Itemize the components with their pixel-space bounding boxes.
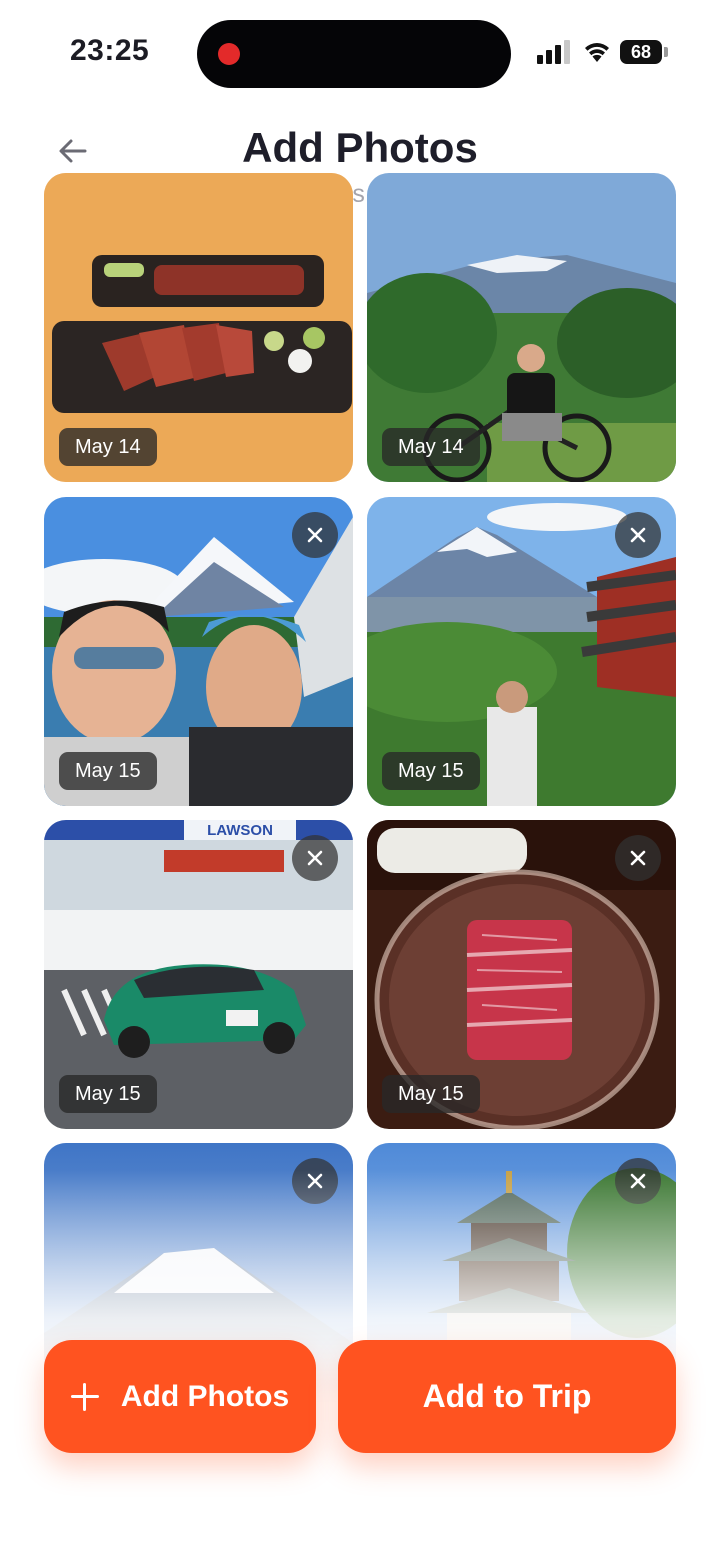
photo-date-badge: May 15 <box>382 752 480 790</box>
photo-date-badge: May 15 <box>382 1075 480 1113</box>
photo-tile[interactable]: May 15 <box>367 497 676 806</box>
close-icon <box>630 850 646 866</box>
photo-tile[interactable]: LAWSON May 15 <box>44 820 353 1129</box>
photo-tile[interactable]: May 15 <box>367 820 676 1129</box>
close-icon <box>630 527 646 543</box>
photo-date-badge: May 15 <box>59 752 157 790</box>
photo-tile[interactable]: May 14 <box>44 173 353 482</box>
add-to-trip-button[interactable]: Add to Trip <box>338 1340 676 1453</box>
remove-photo-button[interactable] <box>292 512 338 558</box>
photo-date-badge: May 15 <box>59 1075 157 1113</box>
add-to-trip-label: Add to Trip <box>422 1378 592 1414</box>
add-photos-button[interactable]: Add Photos <box>44 1340 316 1453</box>
plus-icon <box>70 1382 99 1411</box>
remove-photo-button[interactable] <box>615 512 661 558</box>
remove-photo-button[interactable] <box>615 835 661 881</box>
photo-date-badge: May 14 <box>59 428 157 466</box>
close-icon <box>307 850 323 866</box>
photo-tile[interactable]: May 14 <box>367 173 676 482</box>
add-photos-label: Add Photos <box>120 1379 290 1413</box>
photo-tile[interactable]: May 15 <box>44 497 353 806</box>
photo-date-badge: May 14 <box>382 428 480 466</box>
close-icon <box>307 527 323 543</box>
store-sign: LAWSON <box>207 822 273 839</box>
remove-photo-button[interactable] <box>292 835 338 881</box>
